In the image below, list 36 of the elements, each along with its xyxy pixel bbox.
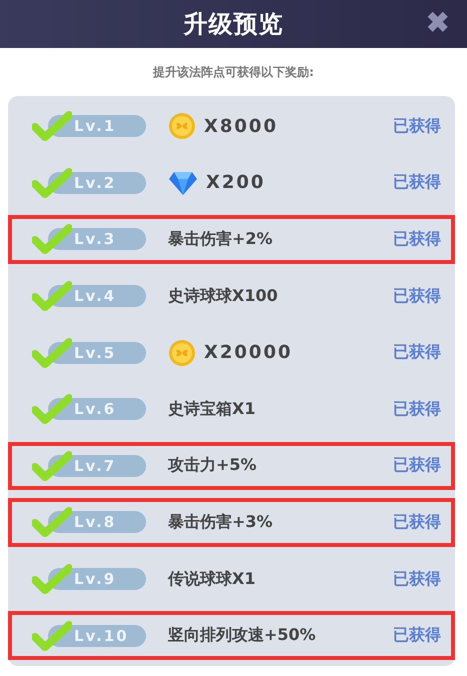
reward-text: 暴击伤害+3% bbox=[168, 512, 273, 533]
reward-text: 史诗宝箱X1 bbox=[168, 398, 256, 420]
status-label: 已获得 bbox=[393, 286, 441, 307]
level-badge: Lv.3 bbox=[48, 228, 146, 250]
status-label: 已获得 bbox=[393, 228, 441, 250]
reward-text: X200 bbox=[206, 172, 266, 194]
status-label: 已获得 bbox=[393, 172, 441, 194]
status-label: 已获得 bbox=[393, 455, 441, 476]
reward-text: 攻击力+5% bbox=[168, 455, 257, 476]
reward-text: 史诗球球X100 bbox=[168, 286, 278, 307]
level-badge: Lv.2 bbox=[48, 172, 146, 194]
coin-icon bbox=[168, 338, 196, 367]
coin-icon bbox=[168, 112, 196, 140]
gem-icon bbox=[168, 170, 198, 196]
close-button[interactable]: ✖ bbox=[422, 4, 453, 42]
window-title: 升级预览 bbox=[184, 9, 284, 40]
subtitle: 提升该法阵点可获得以下奖励: bbox=[152, 64, 315, 81]
reward-text: 竖向排列攻速+50% bbox=[168, 625, 316, 646]
reward-text: X8000 bbox=[204, 116, 278, 137]
level-badge: Lv.10 bbox=[48, 624, 146, 647]
level-badge: Lv.8 bbox=[48, 511, 146, 534]
status-label: 已获得 bbox=[393, 568, 441, 590]
level-badge: Lv.5 bbox=[48, 342, 146, 364]
level-badge: Lv.9 bbox=[48, 568, 146, 590]
status-label: 已获得 bbox=[393, 398, 441, 420]
reward-text: X20000 bbox=[204, 342, 292, 364]
level-badge: Lv.7 bbox=[48, 454, 146, 477]
status-label: 已获得 bbox=[393, 116, 441, 137]
level-badge: Lv.6 bbox=[48, 398, 146, 420]
level-badge: Lv.4 bbox=[48, 285, 146, 308]
status-label: 已获得 bbox=[393, 512, 441, 533]
status-label: 已获得 bbox=[393, 342, 441, 364]
level-badge: Lv.1 bbox=[48, 115, 146, 138]
reward-text: 暴击伤害+2% bbox=[168, 228, 273, 250]
status-label: 已获得 bbox=[393, 625, 441, 646]
reward-text: 传说球球X1 bbox=[168, 568, 256, 590]
